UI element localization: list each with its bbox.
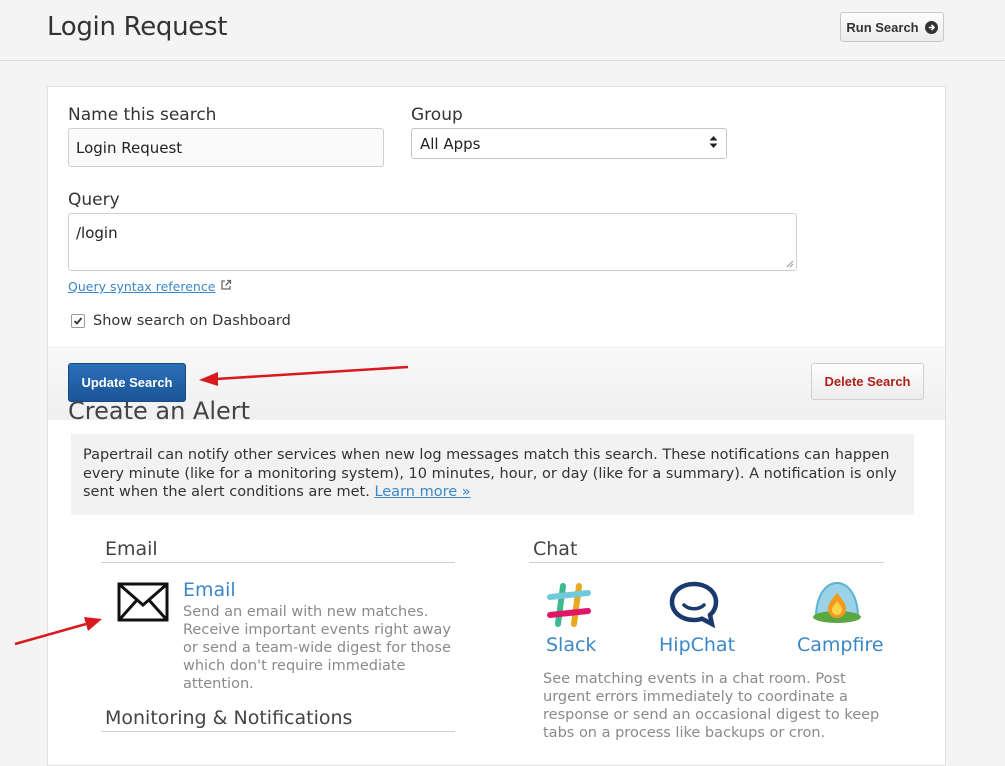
query-textarea[interactable]: /login bbox=[68, 213, 797, 271]
dashboard-checkbox-row: Show search on Dashboard bbox=[71, 313, 291, 329]
check-icon bbox=[73, 317, 83, 325]
query-label: Query bbox=[68, 190, 120, 210]
campfire-icon[interactable] bbox=[810, 579, 864, 630]
resize-handle-icon[interactable] bbox=[786, 260, 794, 268]
email-section-heading: Email bbox=[101, 538, 455, 563]
run-search-label: Run Search bbox=[846, 19, 919, 35]
query-syntax-link[interactable]: Query syntax reference bbox=[68, 279, 215, 294]
envelope-icon[interactable] bbox=[117, 582, 169, 627]
learn-more-link[interactable]: Learn more » bbox=[374, 484, 470, 500]
dashboard-checkbox[interactable] bbox=[71, 314, 85, 328]
query-value: /login bbox=[76, 224, 118, 242]
create-alert-heading: Create an Alert bbox=[68, 397, 251, 425]
chat-section-heading: Chat bbox=[529, 538, 884, 563]
campfire-service-link[interactable]: Campfire bbox=[797, 634, 884, 656]
group-select-value: All Apps bbox=[420, 134, 481, 153]
chat-description: See matching events in a chat room. Post… bbox=[543, 671, 880, 741]
group-select[interactable]: All Apps bbox=[411, 128, 727, 159]
slack-icon[interactable] bbox=[546, 582, 592, 633]
slack-service-link[interactable]: Slack bbox=[546, 634, 596, 656]
page-title: Login Request bbox=[47, 12, 228, 42]
search-form-panel bbox=[47, 86, 946, 766]
hipchat-icon[interactable] bbox=[668, 580, 720, 633]
top-bar: Login Request Run Search bbox=[0, 0, 1005, 61]
alert-info-text: Papertrail can notify other services whe… bbox=[83, 447, 897, 500]
search-name-input[interactable]: Login Request bbox=[68, 128, 384, 167]
hipchat-service-link[interactable]: HipChat bbox=[659, 634, 735, 656]
run-search-button[interactable]: Run Search bbox=[840, 12, 944, 42]
arrow-circle-right-icon bbox=[924, 20, 938, 34]
monitoring-section-heading: Monitoring & Notifications bbox=[101, 707, 455, 732]
syntax-reference-row: Query syntax reference bbox=[68, 279, 232, 294]
email-service-link[interactable]: Email bbox=[183, 579, 236, 601]
name-label: Name this search bbox=[68, 105, 217, 125]
group-label: Group bbox=[411, 105, 463, 125]
delete-search-button[interactable]: Delete Search bbox=[811, 363, 924, 400]
alert-info-box: Papertrail can notify other services whe… bbox=[71, 434, 914, 515]
external-link-icon bbox=[220, 279, 232, 294]
email-description: Send an email with new matches. Receive … bbox=[183, 604, 451, 692]
dashboard-checkbox-label: Show search on Dashboard bbox=[93, 313, 291, 329]
select-arrows-icon bbox=[709, 135, 718, 153]
